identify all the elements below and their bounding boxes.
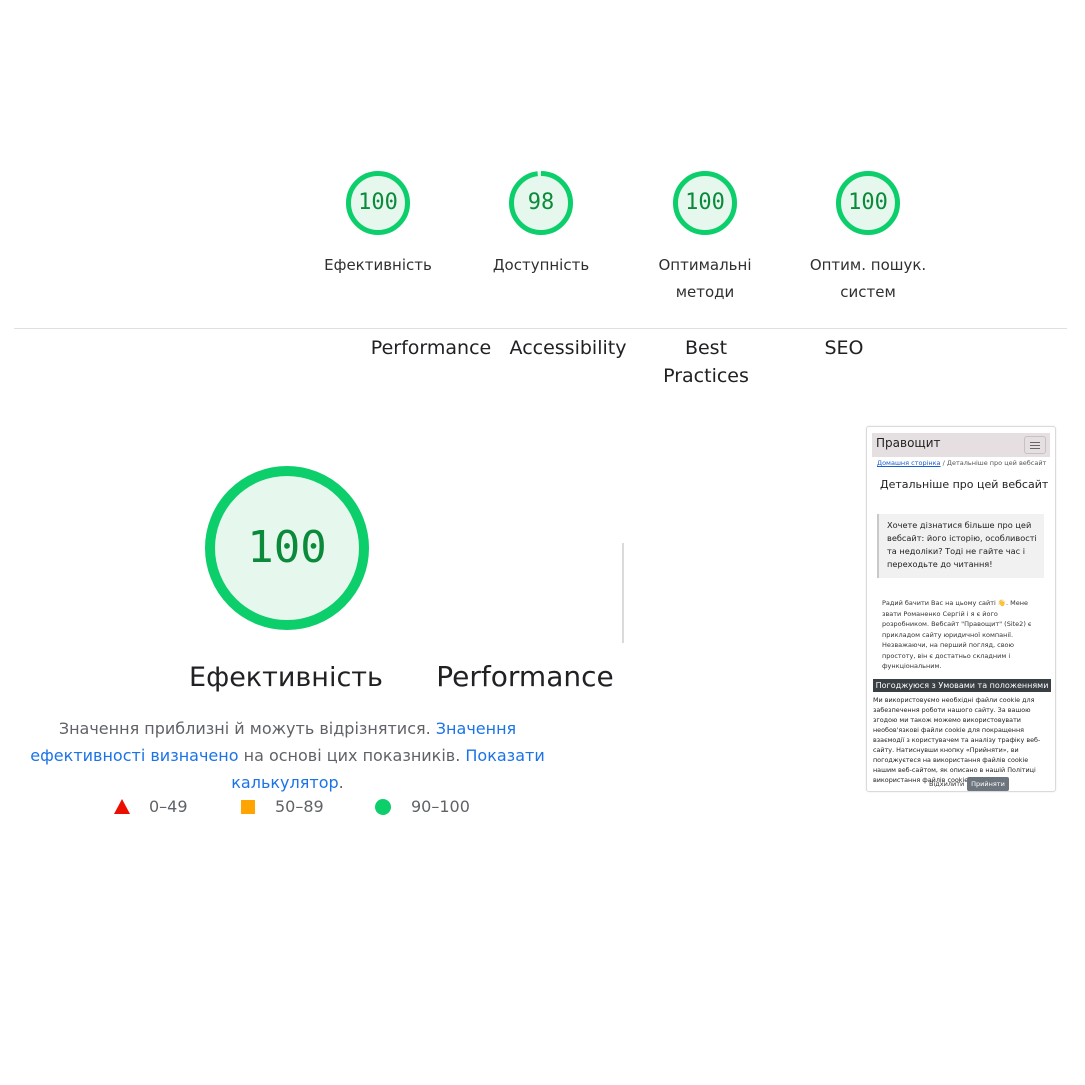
site-body-text: Радий бачити Вас на цьому сайті 👋. Мене … bbox=[882, 599, 1032, 670]
vertical-separator bbox=[622, 543, 624, 643]
cookie-text: Ми використовуємо необхідні файли cookie… bbox=[873, 696, 1041, 784]
gauge-score: 100 bbox=[848, 190, 888, 215]
gauge-score: 100 bbox=[685, 190, 725, 215]
main-gauge-score: 100 bbox=[247, 522, 327, 573]
desc-text: . bbox=[338, 773, 344, 792]
gauge-label: Оптимальні методи bbox=[658, 256, 752, 301]
gauge-label: Оптим. пошук. систем bbox=[809, 256, 927, 301]
site-quote: Хочете дізнатися більше про цей вебсайт:… bbox=[877, 514, 1044, 578]
desc-text: на основі цих показників. bbox=[238, 746, 466, 765]
score-description: Значення приблизні й можуть відрізнятися… bbox=[10, 715, 565, 796]
breadcrumb-home: Домашня сторінка bbox=[877, 459, 941, 467]
divider bbox=[14, 328, 1067, 329]
breadcrumb-separator: / bbox=[942, 459, 945, 467]
breadcrumb: Домашня сторінка / Детальніше про цей ве… bbox=[877, 459, 1046, 467]
cookie-accept-button: Прийняти bbox=[967, 777, 1009, 791]
label-seo-en: SEO bbox=[824, 337, 864, 359]
menu-icon bbox=[1024, 436, 1046, 454]
label-accessibility-en: Accessibility bbox=[509, 337, 627, 359]
circle-icon bbox=[375, 799, 391, 815]
cookie-reject-button: Відхилити bbox=[929, 780, 965, 788]
category-gauges: 100 Ефективність 98 Доступність 100 Опти… bbox=[0, 170, 1085, 320]
site-brand: Правощит bbox=[876, 436, 941, 450]
score-legend: 0–49 50–89 90–100 bbox=[0, 794, 600, 820]
gauge-score: 98 bbox=[527, 190, 555, 215]
legend-pass-label: 90–100 bbox=[411, 797, 470, 816]
breadcrumb-current: Детальніше про цей вебсайт bbox=[946, 459, 1047, 467]
site-quote-text: Хочете дізнатися більше про цей вебсайт:… bbox=[887, 520, 1037, 569]
site-heading: Детальніше про цей вебсайт bbox=[880, 478, 1049, 491]
gauge-score: 100 bbox=[358, 190, 398, 215]
cookie-banner: Погоджуюся з Умовами та положеннями Ми в… bbox=[871, 677, 1051, 791]
cookie-title: Погоджуюся з Умовами та положеннями bbox=[873, 679, 1051, 692]
label-performance-en: Performance bbox=[370, 337, 492, 359]
gauge-label: Доступність bbox=[492, 256, 590, 274]
final-screenshot[interactable]: Правощит Домашня сторінка / Детальніше п… bbox=[866, 426, 1056, 792]
main-gauge-title: Ефективність bbox=[189, 662, 383, 693]
label-best-practices-en: Best Practices bbox=[663, 337, 749, 387]
legend-fail-label: 0–49 bbox=[149, 797, 188, 816]
triangle-icon bbox=[114, 799, 130, 814]
site-navbar: Правощит bbox=[872, 433, 1050, 457]
gauge-label: Ефективність bbox=[324, 256, 432, 274]
main-gauge-title-en: Performance bbox=[436, 660, 614, 693]
square-icon bbox=[241, 800, 255, 814]
category-english-labels: Performance Accessibility Best Practices… bbox=[0, 334, 1085, 394]
desc-text: Значення приблизні й можуть відрізнятися… bbox=[58, 719, 436, 738]
legend-average-label: 50–89 bbox=[275, 797, 324, 816]
